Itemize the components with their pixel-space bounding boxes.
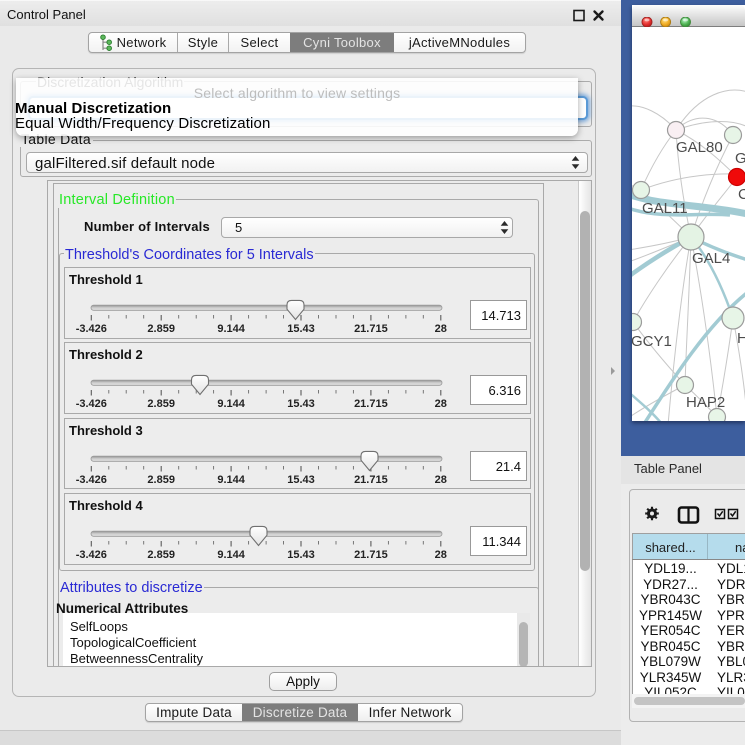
svg-text:GAL4: GAL4: [692, 250, 730, 267]
svg-text:GA: GA: [735, 150, 745, 167]
svg-text:GAL80: GAL80: [676, 139, 723, 156]
svg-text:GCY1: GCY1: [632, 333, 672, 350]
svg-text:CD: CD: [738, 186, 745, 203]
svg-text:HAP2: HAP2: [686, 394, 725, 411]
svg-text:HI: HI: [737, 330, 745, 347]
svg-text:GAL11: GAL11: [642, 200, 688, 217]
